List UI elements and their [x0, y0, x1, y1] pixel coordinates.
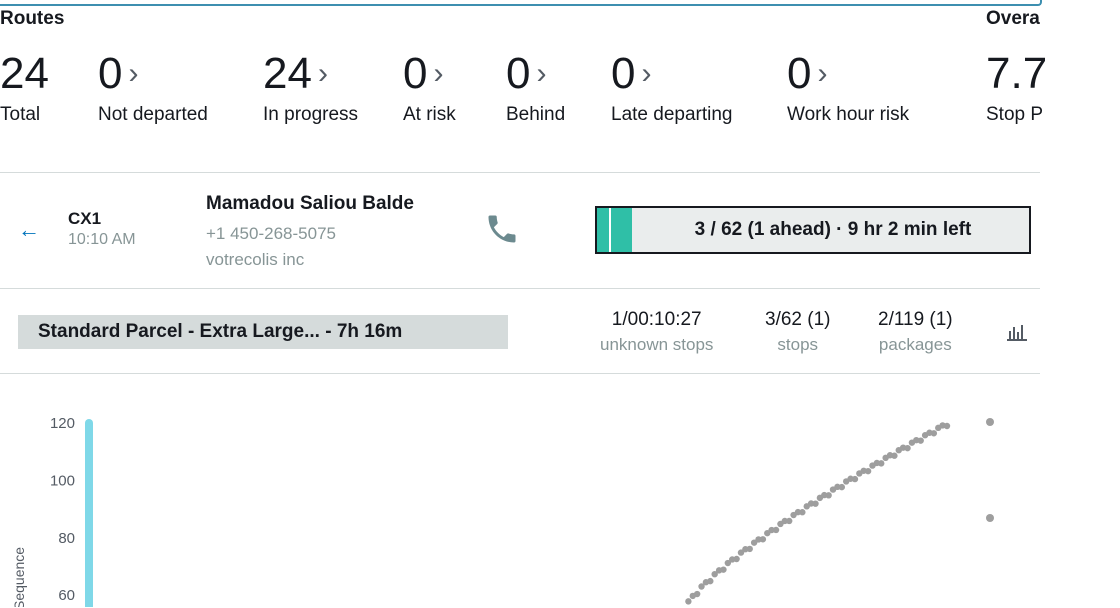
metric-label: At risk	[403, 104, 456, 125]
metric-value: 0 ›	[403, 50, 456, 98]
y-axis-label: Sequence	[11, 547, 27, 607]
metric-6[interactable]: 0 › Work hour risk	[787, 50, 909, 126]
sequence-point	[746, 545, 753, 553]
metric-number: 24	[263, 49, 312, 98]
sequence-point	[864, 467, 872, 475]
sequence-point	[825, 492, 832, 499]
y-tick-label: 60	[58, 587, 75, 604]
planned-sequence-bar	[85, 419, 93, 607]
sequence-point	[707, 577, 714, 585]
metric-value: 0 ›	[98, 50, 208, 98]
sequence-point	[772, 526, 780, 534]
chevron-right-icon[interactable]: ›	[817, 50, 827, 98]
metric-2[interactable]: 24 › In progress	[263, 50, 358, 126]
metric-value: 0 ›	[787, 50, 909, 98]
metric-value: 0 ›	[506, 50, 565, 98]
metric-3[interactable]: 0 › At risk	[403, 50, 456, 126]
metric-7: 7.7 Stop P	[986, 50, 1047, 126]
metric-4[interactable]: 0 › Behind	[506, 50, 565, 126]
sequence-point	[786, 517, 793, 525]
sequence-point	[943, 422, 951, 430]
chevron-right-icon[interactable]: ›	[536, 50, 546, 98]
sequence-point	[851, 475, 859, 483]
y-tick-label: 100	[50, 472, 75, 489]
sequence-point	[838, 483, 845, 491]
sequence-chart: 120 100 80 60 Sequence	[11, 415, 994, 607]
overall-title: Overa	[986, 8, 1040, 29]
top-border	[0, 0, 1042, 6]
metric-value: 24 ›	[263, 50, 358, 98]
metric-number: 24	[0, 49, 49, 98]
metric-number: 7.7	[986, 49, 1048, 98]
sequence-point	[733, 555, 740, 563]
metric-label: Work hour risk	[787, 104, 910, 125]
chevron-right-icon[interactable]: ›	[318, 50, 328, 98]
sequence-point	[693, 590, 701, 598]
sequence-point	[812, 500, 819, 507]
sequence-point	[878, 460, 885, 467]
chevron-right-icon[interactable]: ›	[433, 50, 443, 98]
y-tick-label: 80	[58, 530, 75, 547]
metric-number: 0	[403, 49, 428, 98]
metric-label: Late departing	[611, 104, 733, 125]
metric-number: 0	[611, 49, 636, 98]
metric-number: 0	[787, 49, 812, 98]
routes-title: Routes	[0, 8, 65, 29]
chevron-right-icon[interactable]: ›	[641, 50, 651, 98]
metric-label: Behind	[506, 104, 566, 125]
sequence-point	[904, 444, 911, 452]
chevron-right-icon[interactable]: ›	[128, 50, 138, 98]
metric-number: 0	[98, 49, 123, 98]
sequence-point	[891, 452, 898, 459]
metric-label: Stop P	[986, 104, 1044, 125]
metric-number: 0	[506, 49, 531, 98]
metric-5[interactable]: 0 › Late departing	[611, 50, 733, 126]
sequence-point	[759, 536, 767, 543]
metric-1[interactable]: 0 › Not departed	[98, 50, 208, 126]
sequence-point	[799, 509, 806, 516]
metric-value: 7.7	[986, 50, 1047, 98]
outlier-point	[986, 418, 994, 426]
sequence-point	[917, 437, 924, 444]
sequence-point	[930, 430, 938, 437]
y-tick-label: 120	[50, 415, 75, 432]
metric-label: In progress	[263, 104, 359, 125]
outlier-point	[986, 514, 994, 522]
metric-value: 0 ›	[611, 50, 733, 98]
sequence-point	[720, 566, 727, 573]
metric-value: 24	[0, 50, 49, 98]
metric-label: Total	[0, 104, 41, 125]
metric-label: Not departed	[98, 104, 208, 125]
metric-0: 24 Total	[0, 50, 49, 126]
sequence-point	[685, 598, 692, 605]
